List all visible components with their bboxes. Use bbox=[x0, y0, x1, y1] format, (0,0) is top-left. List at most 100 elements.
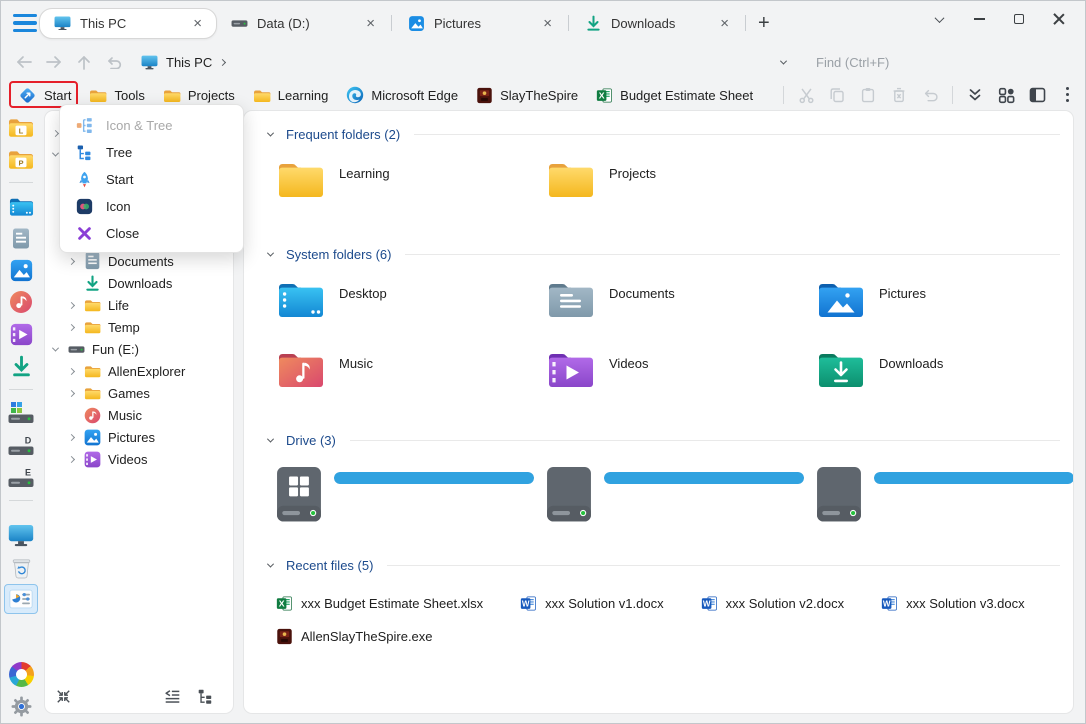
tree-item-downloads[interactable]: Downloads bbox=[45, 272, 233, 294]
main-menu-hamburger-icon[interactable] bbox=[13, 14, 37, 32]
expander-icon[interactable] bbox=[69, 391, 84, 396]
rail-drive-e[interactable]: E bbox=[4, 462, 38, 492]
minimize-button[interactable] bbox=[959, 5, 999, 33]
rail-videos[interactable] bbox=[4, 319, 38, 349]
rail-this-pc[interactable] bbox=[4, 520, 38, 550]
recent-file-budget-sheet[interactable]: X xxx Budget Estimate Sheet.xlsx bbox=[276, 595, 483, 612]
tree-item-temp[interactable]: Temp bbox=[45, 316, 233, 338]
more-options-kebab-icon[interactable] bbox=[1059, 86, 1077, 104]
rail-browser[interactable] bbox=[4, 659, 38, 689]
menu-item-icon-and-tree[interactable]: Icon & Tree bbox=[60, 112, 243, 139]
menu-item-tree[interactable]: Tree bbox=[60, 139, 243, 166]
history-back-button[interactable] bbox=[99, 49, 129, 75]
expand-toolbar-icon[interactable] bbox=[966, 86, 984, 104]
recent-file-allenslaythespire[interactable]: AllenSlayTheSpire.exe bbox=[276, 628, 433, 645]
paste-icon[interactable] bbox=[859, 86, 877, 104]
find-input[interactable] bbox=[816, 55, 1026, 70]
expander-icon[interactable] bbox=[69, 325, 84, 330]
new-tab-button[interactable]: + bbox=[748, 12, 780, 35]
copy-icon[interactable] bbox=[828, 86, 846, 104]
rail-downloads[interactable] bbox=[4, 351, 38, 381]
toolbar-item-microsoft-edge[interactable]: Microsoft Edge bbox=[337, 82, 467, 108]
section-header-frequent-folders[interactable]: Frequent folders (2) bbox=[244, 127, 1060, 142]
tab-this-pc[interactable]: This PC × bbox=[39, 8, 217, 39]
tab-close-icon[interactable]: × bbox=[362, 14, 379, 33]
outdent-icon[interactable] bbox=[164, 688, 182, 706]
recent-file-solution-v3[interactable]: W xxx Solution v3.docx bbox=[881, 595, 1025, 612]
tree-expanded-expander-icon[interactable] bbox=[53, 145, 58, 160]
forward-button[interactable] bbox=[39, 49, 69, 75]
tab-close-icon[interactable]: × bbox=[189, 14, 206, 33]
rail-settings[interactable] bbox=[4, 691, 38, 721]
rail-folder-learning[interactable]: L bbox=[4, 112, 38, 142]
tab-downloads[interactable]: Downloads × bbox=[571, 8, 743, 39]
tab-close-icon[interactable]: × bbox=[716, 14, 733, 33]
rail-music[interactable] bbox=[4, 287, 38, 317]
section-header-drive[interactable]: Drive (3) bbox=[244, 433, 1060, 448]
collapse-all-icon[interactable] bbox=[55, 688, 73, 706]
drive-item-data-d[interactable] bbox=[546, 466, 816, 520]
drive-item-fun-e[interactable] bbox=[816, 466, 1073, 520]
toolbar-item-learning[interactable]: Learning bbox=[244, 84, 338, 107]
side-panel-icon[interactable] bbox=[1028, 86, 1046, 104]
breadcrumb[interactable]: This PC bbox=[141, 55, 225, 70]
folder-item-desktop[interactable]: Desktop bbox=[276, 279, 546, 323]
tree-item-fun-e[interactable]: Fun (E:) bbox=[45, 338, 233, 360]
undo-icon[interactable] bbox=[921, 86, 939, 104]
folder-item-projects[interactable]: Projects bbox=[546, 159, 816, 203]
folder-item-downloads[interactable]: Downloads bbox=[816, 349, 1073, 393]
delete-icon[interactable] bbox=[890, 86, 908, 104]
folder-item-music[interactable]: Music bbox=[276, 349, 546, 393]
recent-file-solution-v1[interactable]: W xxx Solution v1.docx bbox=[520, 595, 664, 612]
maximize-button[interactable] bbox=[999, 5, 1039, 33]
toolbar-item-slaythespire[interactable]: SlayTheSpire bbox=[467, 83, 587, 108]
recent-file-solution-v2[interactable]: W xxx Solution v2.docx bbox=[701, 595, 845, 612]
back-button[interactable] bbox=[9, 49, 39, 75]
layout-grid-icon[interactable] bbox=[997, 86, 1015, 104]
rail-documents[interactable] bbox=[4, 223, 38, 253]
folder-item-videos[interactable]: Videos bbox=[546, 349, 816, 393]
close-window-button[interactable] bbox=[1039, 5, 1079, 33]
cut-icon[interactable] bbox=[797, 86, 815, 104]
folder-item-pictures[interactable]: Pictures bbox=[816, 279, 1073, 323]
section-header-recent-files[interactable]: Recent files (5) bbox=[244, 558, 1060, 573]
up-button[interactable] bbox=[69, 49, 99, 75]
toolbar-item-budget-estimate-sheet[interactable]: X Budget Estimate Sheet bbox=[587, 83, 762, 108]
tab-list-chevron-icon[interactable] bbox=[919, 5, 959, 33]
expander-icon[interactable] bbox=[69, 303, 84, 308]
find-options-chevron-icon[interactable] bbox=[780, 57, 787, 64]
rail-desktop[interactable] bbox=[4, 191, 38, 221]
tab-data-d[interactable]: Data (D:) × bbox=[217, 8, 389, 39]
menu-item-icon[interactable]: Icon bbox=[60, 193, 243, 220]
folder-item-documents[interactable]: Documents bbox=[546, 279, 816, 323]
rail-control-panel[interactable] bbox=[4, 584, 38, 614]
rail-drive-d[interactable]: D bbox=[4, 430, 38, 460]
tree-item-music[interactable]: Music bbox=[45, 404, 233, 426]
expander-icon[interactable] bbox=[53, 347, 68, 352]
expander-icon[interactable] bbox=[69, 457, 84, 462]
menu-item-start[interactable]: Start bbox=[60, 166, 243, 193]
tab-close-icon[interactable]: × bbox=[539, 14, 556, 33]
tab-pictures[interactable]: Pictures × bbox=[394, 8, 566, 39]
tree-item-pictures[interactable]: Pictures bbox=[45, 426, 233, 448]
section-header-system-folders[interactable]: System folders (6) bbox=[244, 247, 1060, 262]
expander-icon[interactable] bbox=[69, 259, 84, 264]
menu-item-close[interactable]: Close bbox=[60, 220, 243, 247]
drive-item-system-c[interactable] bbox=[276, 466, 546, 520]
tree-item-documents[interactable]: Documents bbox=[45, 250, 233, 272]
folder-item-learning[interactable]: Learning bbox=[276, 159, 546, 203]
tree-collapsed-expander-icon[interactable] bbox=[53, 124, 58, 139]
tree-item-label: Fun (E:) bbox=[92, 342, 139, 357]
tree-item-allenexplorer[interactable]: AllenExplorer bbox=[45, 360, 233, 382]
tree-item-videos[interactable]: Videos bbox=[45, 448, 233, 470]
breadcrumb-chevron-icon[interactable] bbox=[219, 58, 226, 65]
tree-view-icon[interactable] bbox=[197, 688, 215, 706]
rail-drive-c[interactable] bbox=[4, 398, 38, 428]
rail-folder-projects[interactable]: P bbox=[4, 144, 38, 174]
tree-item-games[interactable]: Games bbox=[45, 382, 233, 404]
tree-item-life[interactable]: Life bbox=[45, 294, 233, 316]
expander-icon[interactable] bbox=[69, 369, 84, 374]
expander-icon[interactable] bbox=[69, 435, 84, 440]
rail-recycle-bin[interactable] bbox=[4, 552, 38, 582]
rail-pictures[interactable] bbox=[4, 255, 38, 285]
